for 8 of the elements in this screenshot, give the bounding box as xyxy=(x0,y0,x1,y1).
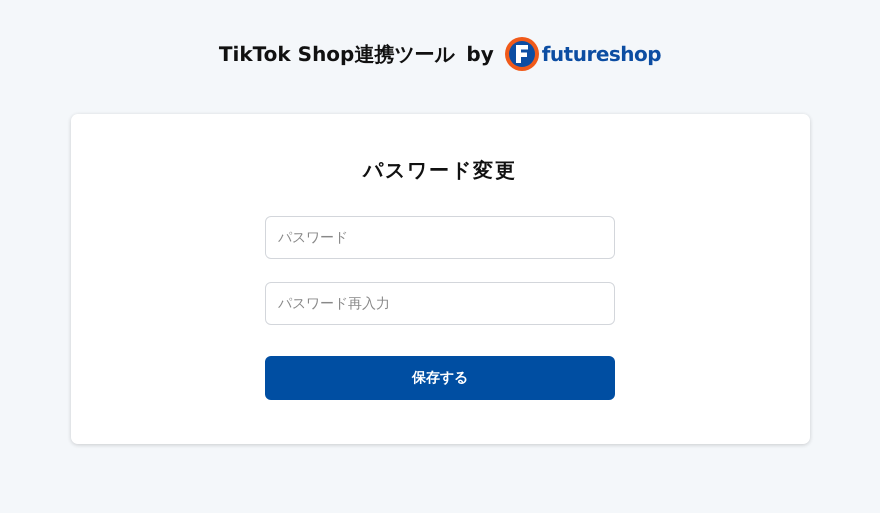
password-field[interactable]: パスワード xyxy=(265,216,615,259)
logo-icon xyxy=(504,36,540,72)
page-heading: パスワード変更 xyxy=(361,158,518,182)
password-field[interactable]: パスワード再入力 xyxy=(265,282,615,325)
by-label: by xyxy=(466,41,494,68)
app-title: TikTok Shop連携ツール xyxy=(218,41,454,68)
save-button[interactable]: 保存する xyxy=(265,356,615,400)
logo-text: futureshop xyxy=(542,41,662,68)
